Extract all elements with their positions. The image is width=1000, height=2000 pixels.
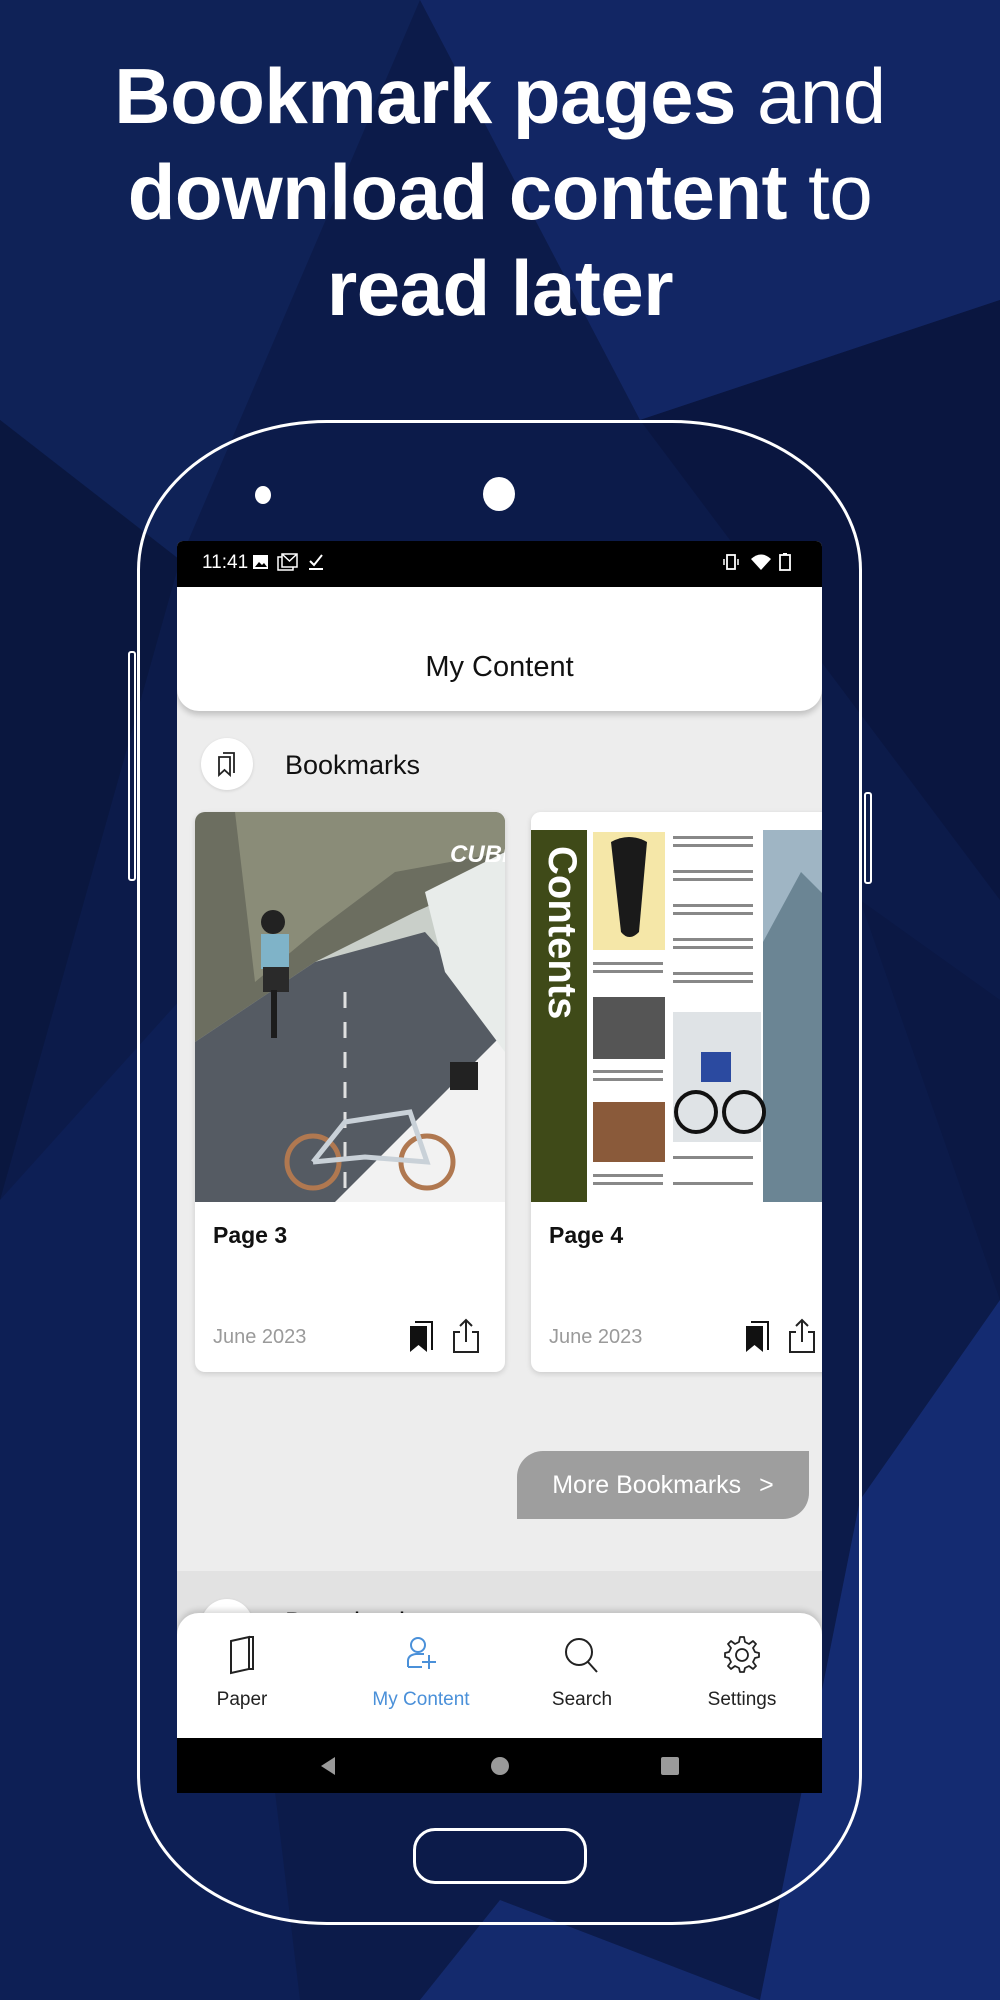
home-icon[interactable] <box>489 1755 511 1777</box>
nav-tab-search[interactable]: Search <box>502 1633 662 1711</box>
bookmarks-icon-badge <box>201 738 253 790</box>
book-icon <box>230 1635 254 1675</box>
recents-icon[interactable] <box>659 1755 681 1777</box>
headline-line2-light: to <box>787 148 873 236</box>
nav-tab-settings[interactable]: Settings <box>662 1633 822 1711</box>
bookmark-card[interactable]: Contents Page 4 June 2023 <box>531 812 822 1372</box>
phone-sensor <box>255 486 271 504</box>
back-icon[interactable] <box>317 1755 339 1777</box>
gmail-icon <box>277 553 298 571</box>
bookmarks-icon <box>218 752 235 777</box>
contents-title-text: Contents <box>540 846 584 1019</box>
phone-camera <box>483 477 515 511</box>
phone-volume-button <box>128 651 136 881</box>
phone-screen: 11:41 My Content Bookmarks CUB Page 3 Ju… <box>177 541 822 1793</box>
phone-home-key <box>413 1828 587 1884</box>
image-icon <box>253 555 268 569</box>
bookmark-date: June 2023 <box>549 1326 643 1348</box>
headline-line1-light: and <box>735 52 886 140</box>
chevron-right-icon: > <box>759 1470 774 1499</box>
vibrate-icon <box>723 554 739 570</box>
nav-tab-label: Search <box>551 1689 613 1710</box>
bookmark-date: June 2023 <box>213 1326 307 1348</box>
bottom-navigation: Paper My Content Search Settings <box>177 1613 822 1738</box>
nav-tab-label: Settings <box>707 1689 777 1710</box>
nav-tab-paper[interactable]: Paper <box>177 1633 322 1711</box>
remove-bookmark-button[interactable] <box>744 1320 772 1354</box>
system-navigation-bar <box>177 1738 822 1793</box>
headline: Bookmark pages and download content to r… <box>0 48 1000 336</box>
status-bar: 11:41 <box>177 541 822 587</box>
gear-icon <box>724 1636 760 1673</box>
phone-power-button <box>864 792 872 884</box>
task-done-icon <box>309 554 323 570</box>
bookmark-page-title: Page 3 <box>213 1222 288 1248</box>
headline-line1: Bookmark pages <box>114 52 736 140</box>
nav-tab-label: My Content <box>372 1689 470 1710</box>
headline-line3: read later <box>326 244 674 332</box>
user-plus-icon <box>407 1637 436 1669</box>
remove-bookmark-button[interactable] <box>408 1320 436 1354</box>
status-time: 11:41 <box>202 552 249 573</box>
share-button[interactable] <box>787 1318 817 1354</box>
wifi-icon <box>751 554 771 570</box>
share-button[interactable] <box>451 1318 481 1354</box>
bookmark-thumbnail-cube-advert[interactable]: CUBE <box>195 812 505 1202</box>
search-icon <box>565 1638 598 1673</box>
headline-line2: download content <box>127 148 788 236</box>
cube-logo-text: CUBE <box>450 841 505 868</box>
bookmarks-section-label: Bookmarks <box>285 750 421 780</box>
bookmark-thumbnail-contents-page[interactable]: Contents <box>531 812 822 1202</box>
nav-tab-label: Paper <box>216 1689 268 1710</box>
more-bookmarks-button[interactable]: More Bookmarks > <box>517 1451 809 1519</box>
app-header: My Content <box>177 587 822 711</box>
bookmark-card[interactable]: CUBE Page 3 June 2023 <box>195 812 505 1372</box>
nav-tab-my-content[interactable]: My Content <box>341 1633 501 1711</box>
battery-icon <box>779 553 791 571</box>
page-title: My Content <box>425 651 574 683</box>
more-bookmarks-label: More Bookmarks <box>552 1470 742 1499</box>
bookmark-page-title: Page 4 <box>549 1222 624 1248</box>
